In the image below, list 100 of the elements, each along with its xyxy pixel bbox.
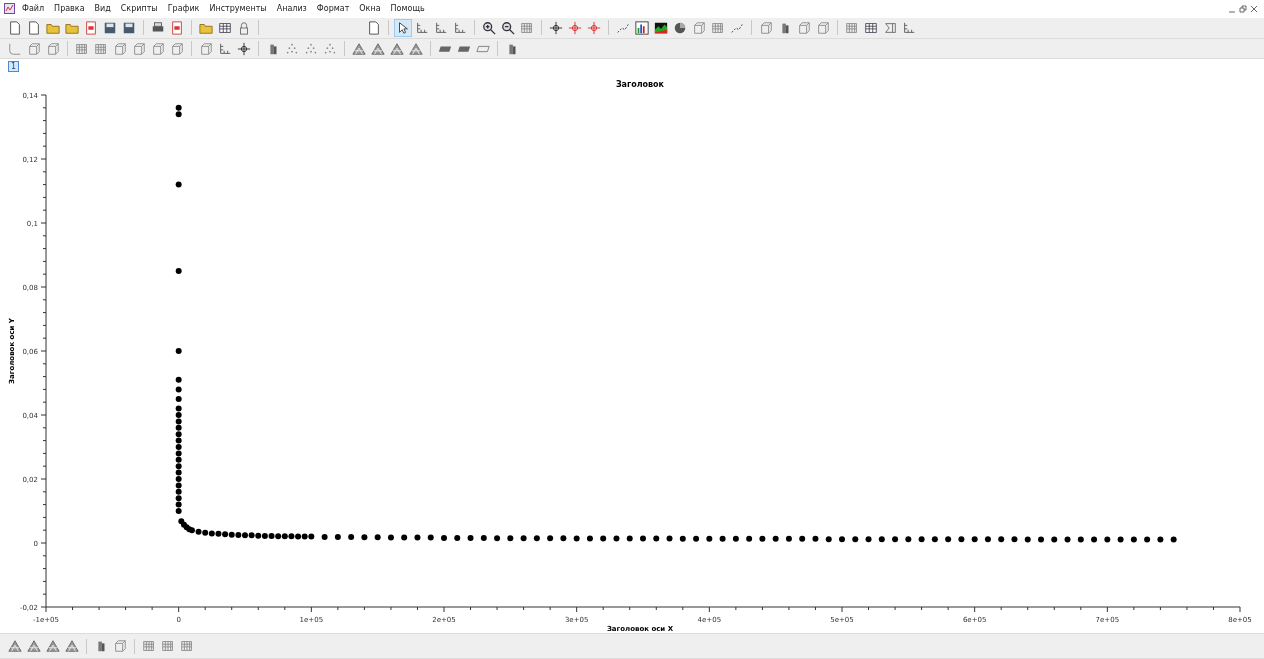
scatter-point <box>812 536 819 543</box>
scatter-point <box>175 348 182 355</box>
scatter-point <box>387 534 394 541</box>
scatter-point <box>374 534 381 541</box>
scatter-point <box>600 535 607 542</box>
cube-icon <box>27 41 41 56</box>
table-icon <box>864 20 878 35</box>
menu-item[interactable]: Помощь <box>385 4 430 14</box>
scatter-point <box>878 536 885 543</box>
menu-item[interactable]: График <box>162 4 205 14</box>
menu-item[interactable]: Окна <box>354 4 386 14</box>
table-icon <box>218 20 232 35</box>
y-tick-mark <box>40 350 47 352</box>
scatter-point <box>361 534 368 541</box>
scatter-point <box>1117 536 1124 543</box>
scatter-point <box>467 535 474 542</box>
mesh-surface-icon <box>352 41 366 56</box>
scatter-point <box>746 536 753 543</box>
scatter-point <box>175 396 182 403</box>
scatter-point <box>348 534 355 541</box>
scatter-point <box>772 536 779 543</box>
floppy-icon <box>122 20 136 35</box>
scatter-point <box>640 535 646 542</box>
scatter-point <box>719 536 726 543</box>
scatter-point <box>971 536 978 543</box>
scatter-point <box>175 268 182 275</box>
y-tick-mark <box>40 158 47 160</box>
scatter-point <box>1130 536 1137 543</box>
scatter-point <box>1077 536 1084 543</box>
menu-item[interactable]: Формат <box>311 4 355 14</box>
pointer-tool-button[interactable] <box>394 18 412 37</box>
cube-icon <box>113 639 127 654</box>
scatter-point <box>918 536 925 543</box>
x-tick-mark <box>974 606 976 613</box>
bar-chart-button[interactable] <box>633 18 651 37</box>
x-tick-mark <box>45 606 47 613</box>
scatter-point <box>825 536 832 543</box>
y-tick-mark <box>40 478 47 480</box>
mesh-surface-icon <box>65 639 79 654</box>
sum-icon <box>883 20 897 35</box>
crosshair-icon <box>549 20 563 35</box>
scatter-point <box>321 534 328 541</box>
menu-item[interactable]: Файл <box>17 4 50 14</box>
close-icon[interactable] <box>1250 4 1258 13</box>
scatter-point <box>175 386 182 393</box>
scatter-icon <box>323 41 337 56</box>
y-tick-mark <box>40 222 47 224</box>
page-icon <box>8 20 22 35</box>
mesh-surface-icon <box>46 639 60 654</box>
scatter-point <box>732 536 739 543</box>
cube-icon <box>759 20 773 35</box>
floppy-icon <box>103 20 117 35</box>
cube-icon <box>170 41 184 56</box>
menu-item[interactable]: Вид <box>89 4 116 14</box>
scatter-point <box>1104 536 1111 543</box>
zoom-out-icon <box>501 20 515 35</box>
mesh-surface-icon <box>27 639 41 654</box>
crosshair-icon <box>587 20 601 35</box>
scatter-point <box>175 181 182 188</box>
scatter-point <box>547 535 554 542</box>
page-icon <box>367 20 381 35</box>
graph-tab[interactable]: 1 <box>8 60 20 72</box>
zoom-in-icon <box>482 20 496 35</box>
bar-chart-icon <box>635 20 649 35</box>
y-tick-mark <box>40 542 47 544</box>
restore-icon[interactable] <box>1239 4 1247 13</box>
scatter-point <box>1024 536 1031 543</box>
scatter-point <box>560 535 567 542</box>
scatter-point <box>334 534 341 541</box>
scatter-point <box>839 536 845 543</box>
scatter-point <box>905 536 912 543</box>
app-logo-icon <box>4 3 15 15</box>
printer-icon <box>151 20 165 35</box>
menu-item[interactable]: Правка <box>49 4 90 14</box>
x-tick-mark <box>708 606 710 613</box>
crosshair-icon <box>568 20 582 35</box>
scatter-point <box>613 535 620 542</box>
cube-icon <box>797 20 811 35</box>
mesh-surface-icon <box>371 41 385 56</box>
grid-icon <box>180 639 194 654</box>
mesh-surface-icon <box>409 41 423 56</box>
scatter-point <box>931 536 938 543</box>
cube-icon <box>151 41 165 56</box>
scatter-icon <box>285 41 299 56</box>
menu-item[interactable]: Анализ <box>271 4 312 14</box>
scatter-point <box>785 536 792 543</box>
menu-item[interactable]: Инструменты <box>204 4 272 14</box>
scatter-point <box>454 535 461 542</box>
scatter-point <box>507 535 514 542</box>
menu-item[interactable]: Скрипты <box>115 4 163 14</box>
scatter-point <box>852 536 859 543</box>
area-chart-icon <box>654 20 668 35</box>
cube-icon <box>199 41 213 56</box>
grid-icon <box>75 41 89 56</box>
scatter-point <box>759 536 766 543</box>
cube-icon <box>46 41 60 56</box>
scatter-point <box>865 536 872 543</box>
scatter-icon <box>304 41 318 56</box>
axes-icon <box>453 20 467 35</box>
scatter-point <box>427 534 434 541</box>
